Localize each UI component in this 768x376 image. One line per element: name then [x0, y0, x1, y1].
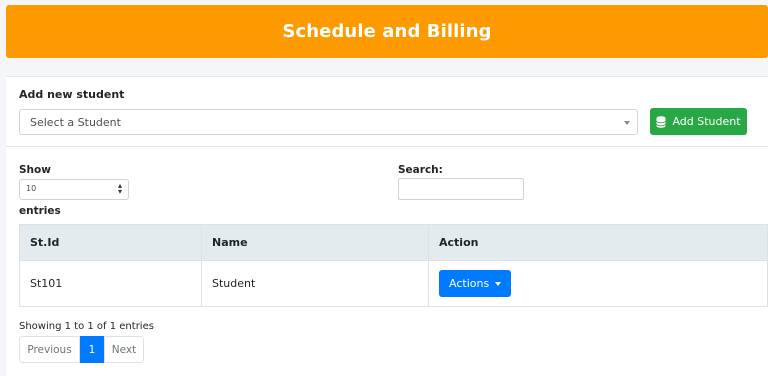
- add-student-button[interactable]: Add Student: [650, 108, 747, 135]
- add-student-label: Add new student: [19, 88, 125, 101]
- table-header-row: St.Id Name Action: [19, 224, 768, 261]
- chevron-down-icon: [624, 121, 630, 125]
- column-header-action[interactable]: Action: [428, 224, 768, 261]
- page-header: Schedule and Billing: [6, 5, 768, 58]
- cell-student-id: St101: [19, 260, 202, 307]
- student-select-placeholder: Select a Student: [30, 116, 121, 129]
- search-label: Search:: [398, 164, 443, 176]
- actions-dropdown-button[interactable]: Actions: [439, 270, 512, 297]
- add-student-button-label: Add Student: [672, 115, 741, 128]
- entries-label: entries: [19, 205, 61, 217]
- caret-down-icon: [495, 281, 502, 286]
- student-select[interactable]: Select a Student: [19, 109, 638, 135]
- pagination-previous[interactable]: Previous: [19, 336, 80, 363]
- page-title: Schedule and Billing: [282, 21, 492, 42]
- column-header-name[interactable]: Name: [201, 224, 429, 261]
- pagination: Previous 1 Next: [19, 336, 144, 363]
- entries-length-value: 10: [26, 184, 37, 193]
- database-icon: [656, 115, 667, 128]
- pagination-page-1[interactable]: 1: [80, 336, 104, 363]
- cell-student-name: Student: [201, 260, 429, 307]
- up-down-arrows-icon: ▴ ▾: [117, 181, 122, 196]
- table-info: Showing 1 to 1 of 1 entries: [19, 321, 154, 332]
- show-label: Show: [19, 164, 51, 176]
- actions-button-label: Actions: [449, 277, 490, 290]
- section-divider: [6, 146, 768, 147]
- students-table: St.Id Name Action St101 Student Actions: [19, 224, 768, 307]
- entries-length-select[interactable]: 10 ▴ ▾: [19, 179, 129, 200]
- column-header-id[interactable]: St.Id: [19, 224, 202, 261]
- cell-action: Actions: [428, 260, 768, 307]
- table-row: St101 Student Actions: [19, 260, 768, 307]
- pagination-next[interactable]: Next: [104, 336, 144, 363]
- search-input[interactable]: [398, 178, 524, 200]
